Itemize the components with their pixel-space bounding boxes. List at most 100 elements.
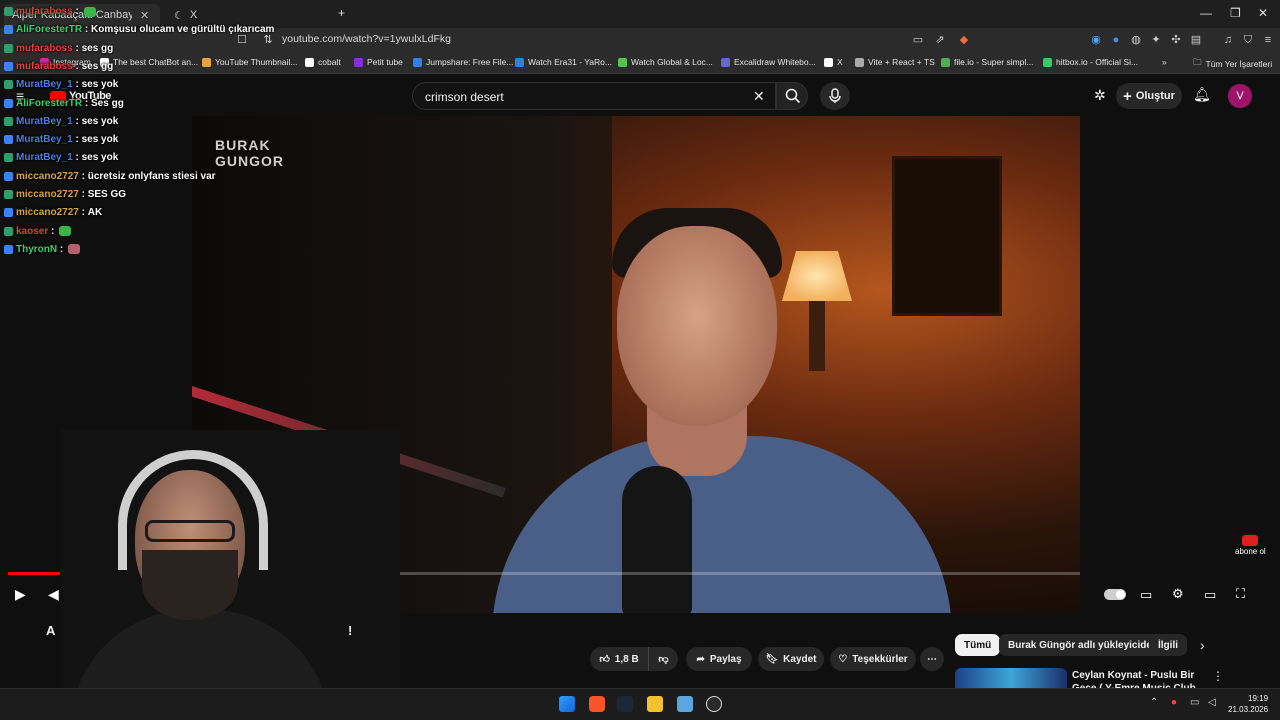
chat-badge-icon [4, 61, 13, 71]
theater-mode-icon[interactable]: ▭ [1204, 587, 1216, 603]
chat-username[interactable]: mufaraboss [16, 6, 73, 17]
globe-icon [855, 57, 864, 67]
photos-icon[interactable] [677, 696, 693, 712]
chat-username[interactable]: miccano2727 [16, 207, 79, 218]
autoplay-toggle[interactable] [1104, 588, 1126, 603]
search-button[interactable] [776, 82, 808, 110]
global-icon [618, 57, 627, 67]
subscribe-watermark[interactable]: abone ol [1235, 535, 1266, 556]
chat-username[interactable]: AliForesterTR [16, 98, 82, 109]
microphone-tray-icon[interactable]: ● [1171, 697, 1177, 708]
chat-separator: : [82, 24, 92, 36]
bookmark-item[interactable]: Jumpshare: Free File... [413, 57, 513, 67]
new-tab-icon[interactable]: + [338, 6, 345, 20]
steam-icon[interactable] [617, 696, 633, 712]
chat-username[interactable]: kaoser [16, 226, 48, 237]
chat-badge-icon [4, 190, 13, 199]
chat-username[interactable]: MuratBey_1 [16, 79, 73, 90]
speaker-icon[interactable]: ◁ [1208, 697, 1216, 708]
voice-search-button[interactable] [820, 82, 850, 110]
share-icon[interactable]: ⇗ [934, 34, 946, 46]
chip-uploader[interactable]: Burak Güngör adlı yükleyiciden [999, 634, 1168, 656]
chat-separator: : [78, 189, 88, 200]
bookmark-item[interactable]: Excalidraw Whitebo... [721, 57, 816, 67]
chat-username[interactable]: MuratBey_1 [16, 116, 73, 127]
dislike-button[interactable]: 👎︎ [648, 647, 678, 671]
extension-icon[interactable]: ◉ [1090, 34, 1102, 46]
search-input[interactable]: crimson desert ✕ [412, 82, 776, 110]
chat-username[interactable]: mufaraboss [16, 61, 73, 72]
vpn-icon[interactable]: ⛉ [1242, 34, 1254, 46]
menu-icon[interactable]: ≡ [1262, 34, 1274, 46]
fullscreen-icon[interactable]: ⛶ [1236, 586, 1245, 602]
chat-message: mufaraboss : ses gg [4, 61, 113, 72]
bookmark-item[interactable]: file.io - Super simpl... [941, 57, 1033, 67]
obs-icon[interactable] [706, 696, 722, 712]
bookmark-item[interactable]: hitbox.io - Official Si... [1043, 57, 1138, 67]
presenter-microphone [622, 466, 692, 613]
sidebar-icon[interactable]: ▤ [1190, 34, 1202, 46]
chat-username[interactable]: miccano2727 [16, 189, 79, 200]
chat-message: ThyronN : [4, 244, 80, 255]
create-button[interactable]: + Oluştur [1116, 83, 1182, 109]
avatar[interactable]: V [1228, 84, 1252, 108]
wall-frame [892, 156, 1002, 316]
bookmark-item[interactable]: 🗀 Tüm Yer İşaretleri [1193, 57, 1272, 71]
thanks-button[interactable]: ♡ Teşekkürler [830, 647, 916, 671]
windows-taskbar [0, 688, 1280, 720]
bookmark-item[interactable]: Petit tube [354, 57, 403, 67]
save-button[interactable]: 🔖︎ Kaydet [758, 647, 824, 671]
close-window-icon[interactable]: ✕ [1258, 6, 1268, 20]
puzzle-icon[interactable]: ✣ [1170, 34, 1182, 46]
network-icon[interactable]: ▭ [1190, 697, 1199, 708]
chevron-right-icon[interactable]: › [1200, 637, 1205, 653]
chat-username[interactable]: ThyronN [16, 244, 57, 255]
bookmark-item[interactable]: Vite + React + TS [855, 57, 935, 67]
brave-shield-icon[interactable]: ◆ [958, 34, 970, 46]
windows-start-icon[interactable] [559, 696, 575, 712]
bookmark-item[interactable]: Watch Era31 - YaRo... [515, 57, 612, 67]
extension-icon[interactable]: ✦ [1150, 34, 1162, 46]
more-vertical-icon[interactable]: ⋮ [1212, 669, 1224, 683]
petit-tube-icon [354, 57, 363, 67]
brave-browser-icon[interactable] [589, 696, 605, 712]
taskbar-clock[interactable]: 19:19 21.03.2026 [1228, 693, 1268, 715]
chat-username[interactable]: mufaraboss [16, 43, 73, 54]
autoplay-toggle-icon [1104, 589, 1126, 600]
minimize-icon[interactable]: — [1200, 6, 1212, 20]
extension-icon[interactable]: ◍ [1130, 34, 1142, 46]
x-icon [824, 57, 833, 67]
notifications-bell-icon[interactable]: 🔔︎ [1193, 86, 1211, 103]
volume-icon[interactable]: ◀ [48, 586, 59, 603]
subtitles-icon[interactable]: ▭ [1140, 587, 1152, 603]
chat-separator: : [78, 170, 88, 182]
more-actions-icon[interactable]: ⋯ [920, 647, 944, 671]
clear-search-icon[interactable]: ✕ [753, 88, 765, 105]
play-icon[interactable]: ▶ [15, 586, 26, 603]
settings-gear-icon[interactable]: ⚙ [1172, 586, 1184, 602]
chat-username[interactable]: MuratBey_1 [16, 152, 73, 163]
extension-icon[interactable]: ● [1110, 34, 1122, 46]
chat-username[interactable]: miccano2727 [16, 171, 79, 182]
chat-separator: : [72, 79, 82, 91]
more-bookmarks-icon[interactable]: » [1162, 57, 1167, 67]
chip-related[interactable]: İlgili [1149, 634, 1187, 656]
file-explorer-icon[interactable] [647, 696, 663, 712]
chat-message: AliForesterTR : Komşusu olucam ve gürült… [4, 24, 274, 35]
bookmark-item[interactable]: Watch Global & Loc... [618, 57, 713, 67]
share-button[interactable]: ➦ Paylaş [686, 647, 752, 671]
ai-sparkle-icon[interactable]: ✲ [1094, 87, 1106, 104]
chat-message: MuratBey_1 : ses yok [4, 152, 118, 163]
cast-icon[interactable]: ▭ [912, 34, 924, 46]
chip-all[interactable]: Tümü [955, 634, 1001, 656]
bookmark-item[interactable]: X [824, 57, 843, 67]
restore-icon[interactable]: ❐ [1230, 6, 1241, 20]
chat-username[interactable]: AliForesterTR [16, 24, 82, 35]
chat-username[interactable]: MuratBey_1 [16, 134, 73, 145]
tray-chevron-icon[interactable]: ⌃ [1150, 697, 1158, 708]
hitbox-icon [1043, 57, 1052, 67]
chat-text: Komşusu olucam ve gürültü çıkarıcam [91, 24, 275, 36]
like-button[interactable]: 👍︎ 1,8 B [590, 647, 648, 671]
music-icon[interactable]: ♫ [1222, 34, 1234, 46]
recommendation-thumbnail[interactable] [955, 668, 1067, 690]
